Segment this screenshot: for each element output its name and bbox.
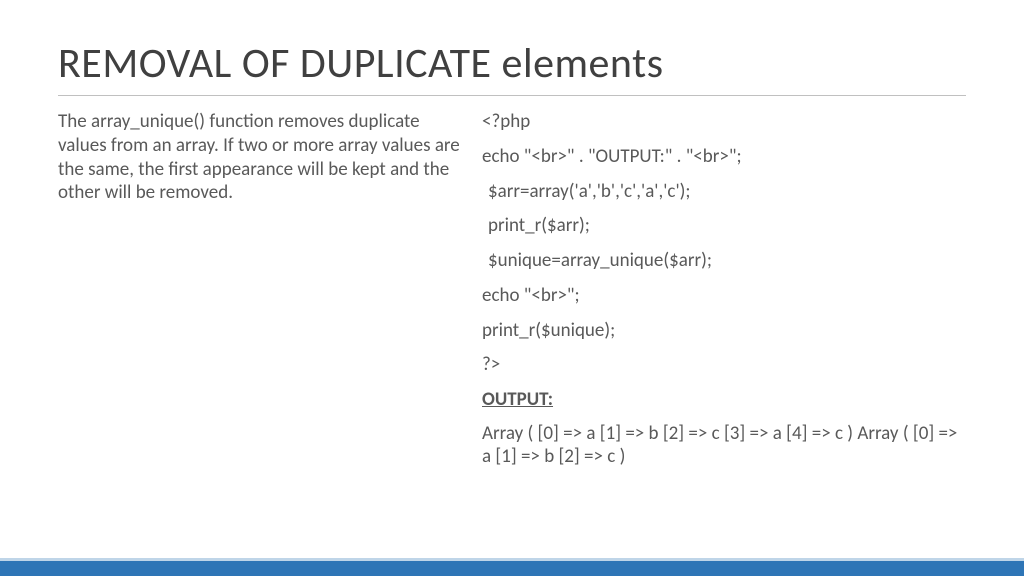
- code-line-8: ?>: [482, 353, 966, 377]
- code-line-7: print_r($unique);: [482, 319, 966, 343]
- code-line-3: $arr=array('a','b','c','a','c');: [482, 180, 966, 204]
- code-line-1: <?php: [482, 110, 966, 134]
- content-row: The array_unique() function removes dupl…: [58, 110, 966, 468]
- code-line-5: $unique=array_unique($arr);: [482, 249, 966, 273]
- code-line-6: echo "<br>";: [482, 284, 966, 308]
- right-column: <?php echo "<br>" . "OUTPUT:" . "<br>"; …: [482, 110, 966, 468]
- left-column: The array_unique() function removes dupl…: [58, 110, 464, 468]
- output-label: OUTPUT:: [482, 388, 966, 411]
- code-line-4: print_r($arr);: [482, 214, 966, 238]
- description-text: The array_unique() function removes dupl…: [58, 110, 464, 205]
- slide-title: REMOVAL OF DUPLICATE elements: [58, 38, 966, 96]
- slide: REMOVAL OF DUPLICATE elements The array_…: [0, 0, 1024, 576]
- footer-accent-bar: [0, 558, 1024, 576]
- code-line-2: echo "<br>" . "OUTPUT:" . "<br>";: [482, 145, 966, 169]
- output-text: Array ( [0] => a [1] => b [2] => c [3] =…: [482, 422, 966, 468]
